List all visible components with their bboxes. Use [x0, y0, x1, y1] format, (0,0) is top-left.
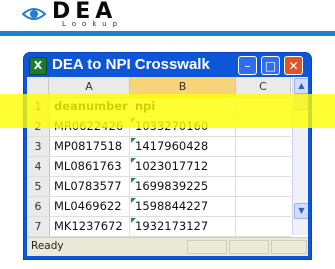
scroll-down-button[interactable]: ▼	[294, 203, 308, 219]
status-text: Ready	[31, 240, 64, 252]
header-stripe	[0, 31, 335, 36]
table-row: 6 ML0469622 1598844227	[27, 197, 291, 217]
window-title: DEA to NPI Crosswalk	[52, 56, 210, 73]
cell[interactable]: 1699839225	[130, 177, 236, 196]
status-pane	[187, 240, 227, 254]
error-indicator-icon	[131, 158, 136, 163]
error-indicator-icon	[131, 178, 136, 183]
table-row: 3 MP0817518 1417960428	[27, 137, 291, 157]
scroll-up-button[interactable]: ▲	[294, 78, 308, 94]
cell[interactable]	[236, 157, 291, 176]
minimize-button[interactable]: –	[238, 56, 257, 75]
row-header[interactable]: 7	[27, 217, 50, 236]
spreadsheet-window: X DEA to NPI Crosswalk – □ ✕ A B C 1 dea…	[24, 53, 311, 259]
maximize-button[interactable]: □	[261, 56, 280, 75]
cell[interactable]	[236, 137, 291, 156]
cell[interactable]: ML0783577	[49, 177, 130, 196]
dea-lookup-logo: DEA Lookup	[22, 0, 132, 28]
row-header[interactable]: 6	[27, 197, 50, 216]
cell[interactable]	[236, 217, 291, 236]
cell[interactable]: 1417960428	[130, 137, 236, 156]
error-indicator-icon	[131, 138, 136, 143]
table-row: 4 ML0861763 1023017712	[27, 157, 291, 177]
cell[interactable]: MP0817518	[49, 137, 130, 156]
status-pane	[229, 240, 269, 254]
status-pane	[271, 240, 307, 254]
eye-logo-icon	[22, 8, 46, 20]
cell[interactable]: ML0469622	[49, 197, 130, 216]
cell[interactable]: 1598844227	[130, 197, 236, 216]
row-header[interactable]: 4	[27, 157, 50, 176]
cell[interactable]: ML0861763	[49, 157, 130, 176]
cell[interactable]	[236, 177, 291, 196]
row-header[interactable]: 5	[27, 177, 50, 196]
error-indicator-icon	[131, 218, 136, 223]
status-bar: Ready	[27, 237, 308, 256]
cell[interactable]: 1023017712	[130, 157, 236, 176]
error-indicator-icon	[131, 198, 136, 203]
cell[interactable]: 1932173127	[130, 217, 236, 236]
row-header[interactable]: 3	[27, 137, 50, 156]
cell[interactable]: MK1237672	[49, 217, 130, 236]
highlight-band	[0, 94, 335, 128]
table-row: 7 MK1237672 1932173127	[27, 217, 291, 237]
title-bar[interactable]: X DEA to NPI Crosswalk – □ ✕	[24, 53, 311, 77]
excel-icon[interactable]: X	[29, 57, 47, 75]
close-button[interactable]: ✕	[284, 56, 303, 75]
table-row: 5 ML0783577 1699839225	[27, 177, 291, 197]
logo-subtitle: Lookup	[62, 20, 124, 28]
cell[interactable]	[236, 197, 291, 216]
